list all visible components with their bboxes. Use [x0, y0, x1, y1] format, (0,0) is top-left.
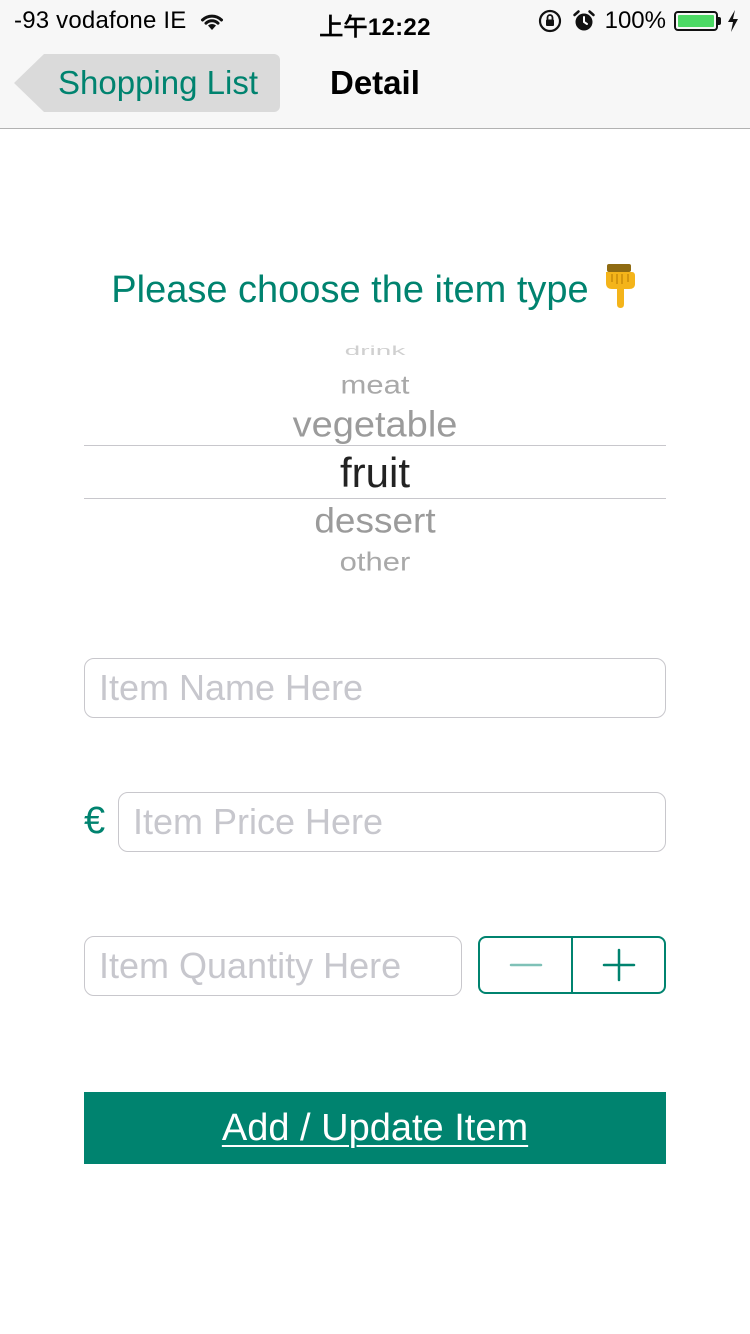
item-type-prompt: Please choose the item type — [0, 262, 750, 312]
battery-percent: 100% — [604, 7, 666, 34]
picker-option-meat[interactable]: meat — [84, 371, 666, 397]
item-name-input[interactable] — [84, 658, 666, 718]
picker-selection-top-line — [84, 445, 666, 446]
item-quantity-input[interactable] — [84, 936, 462, 996]
page-title: Detail — [330, 64, 420, 101]
battery-icon — [674, 11, 721, 31]
picker-option-vegetable[interactable]: vegetable — [84, 407, 666, 443]
add-update-item-label: Add / Update Item — [221, 1106, 529, 1149]
picker-option-fruit[interactable]: fruit — [84, 452, 666, 494]
back-button[interactable]: Shopping List — [14, 54, 280, 112]
picker-selection-bottom-line — [84, 498, 666, 499]
plus-icon — [602, 948, 635, 982]
add-update-item-button[interactable]: Add / Update Item — [84, 1092, 666, 1164]
status-right: 100% — [537, 7, 740, 35]
pointing-down-hand-icon — [605, 264, 635, 308]
orientation-lock-icon — [538, 9, 561, 33]
quantity-stepper — [478, 936, 666, 994]
decrement-button[interactable] — [480, 938, 571, 992]
back-button-label: Shopping List — [58, 64, 258, 101]
picker-option-dessert[interactable]: dessert — [84, 502, 666, 537]
picker-option-other[interactable]: other — [84, 548, 666, 574]
minus-icon — [509, 963, 542, 967]
item-type-prompt-text: Please choose the item type — [111, 269, 589, 311]
item-price-input[interactable] — [118, 792, 666, 852]
status-bar: -93 vodafone IE 上午12:22 100% — [0, 0, 750, 41]
charging-bolt-icon — [728, 10, 738, 32]
navigation-bar: Shopping List Detail — [0, 40, 750, 129]
currency-symbol: € — [84, 800, 106, 842]
item-type-picker[interactable]: drink meat vegetable fruit dessert other — [84, 345, 666, 577]
picker-option-drink[interactable]: drink — [84, 345, 666, 357]
increment-button[interactable] — [573, 938, 664, 992]
battery-level — [678, 15, 714, 27]
alarm-icon — [572, 10, 595, 31]
